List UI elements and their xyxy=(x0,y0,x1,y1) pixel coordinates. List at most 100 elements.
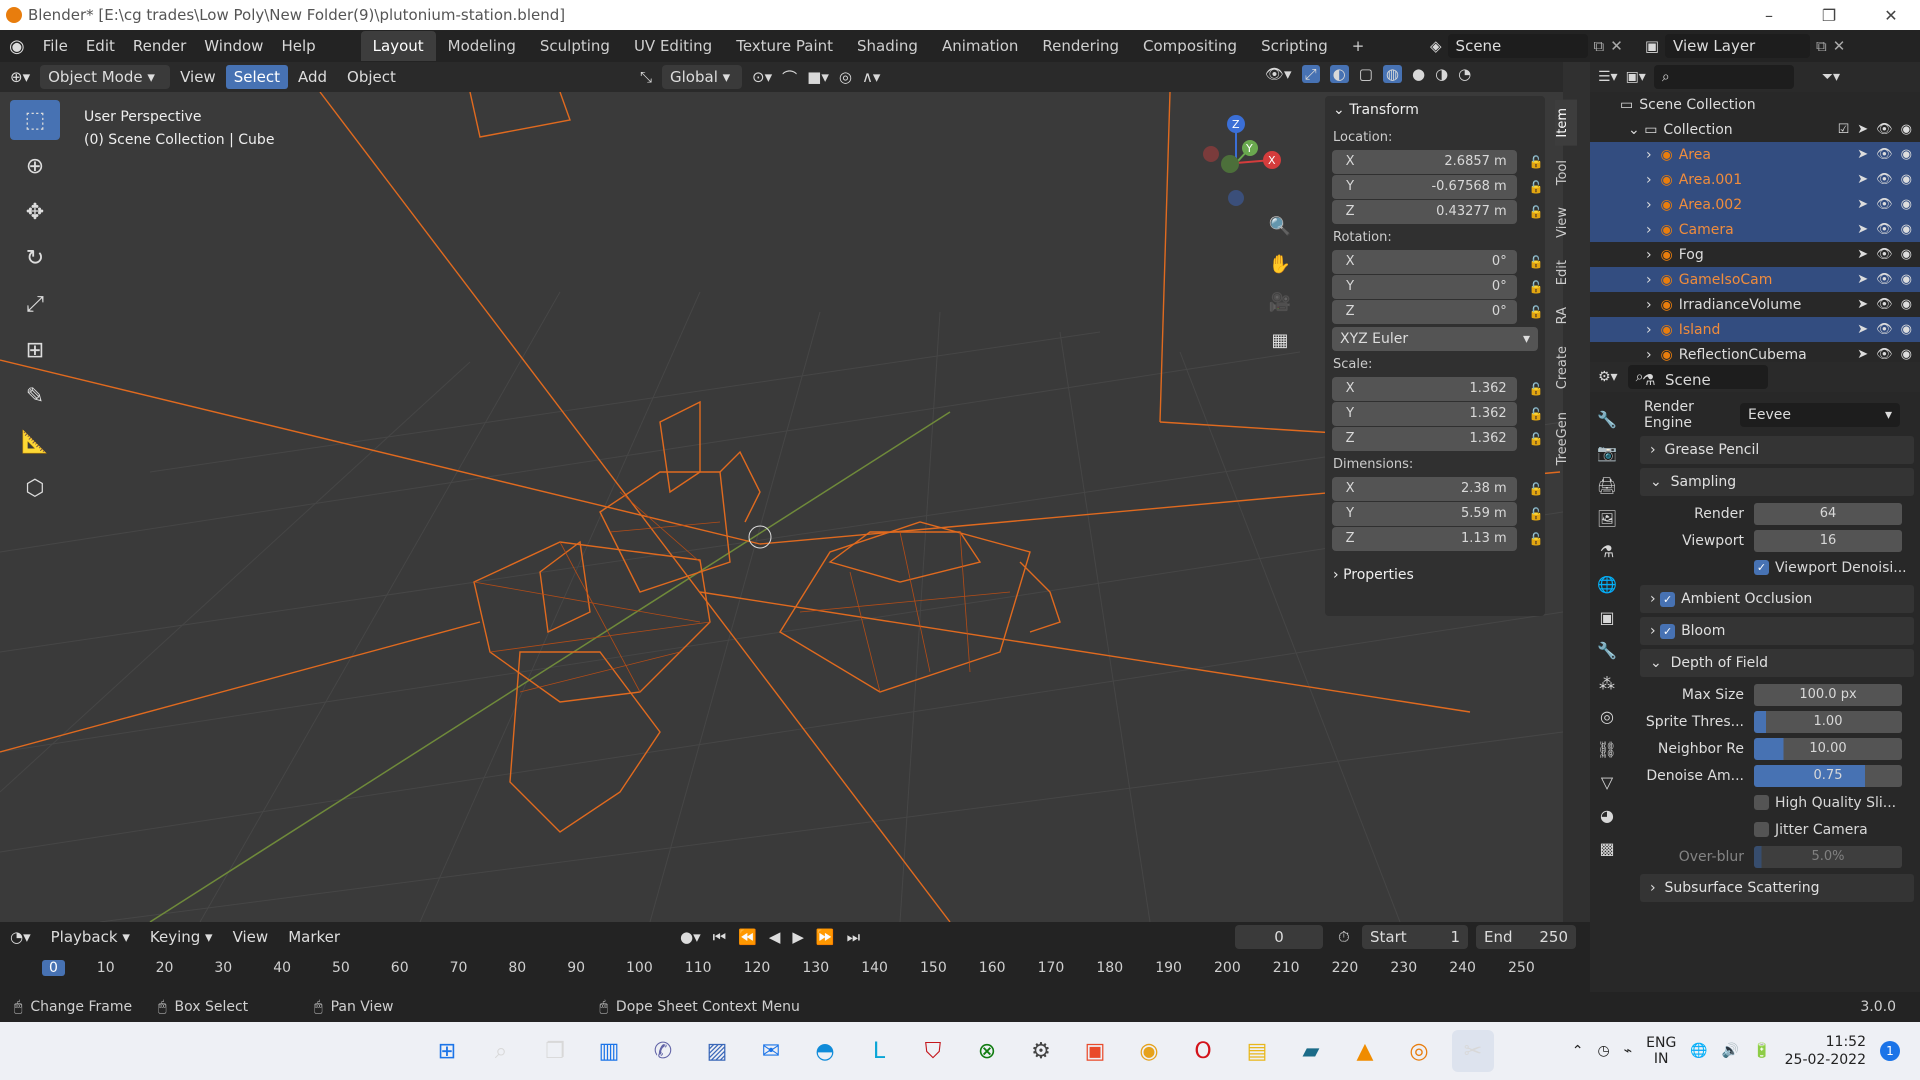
eye-icon[interactable]: 👁 xyxy=(1876,297,1893,312)
constraints-icon[interactable]: ⛓ xyxy=(1597,740,1617,759)
select-arrow-icon[interactable]: ➤ xyxy=(1857,322,1868,337)
render-engine-dropdown[interactable]: Eevee ▾ xyxy=(1740,403,1900,427)
expand-chevron-icon[interactable]: › xyxy=(1646,197,1652,213)
subsurface-scattering-panel[interactable]: › Subsurface Scattering xyxy=(1640,874,1914,902)
menu-select[interactable]: Select xyxy=(225,65,288,89)
output-icon[interactable]: 🖨 xyxy=(1597,476,1617,495)
settings-icon[interactable]: ⚙ xyxy=(1020,1030,1062,1072)
render-icon[interactable]: 📷 xyxy=(1597,443,1617,462)
xbox-icon[interactable]: ⊗ xyxy=(966,1030,1008,1072)
lock-icon[interactable]: 🔓 xyxy=(1529,280,1545,294)
marker-menu[interactable]: Marker xyxy=(278,928,350,946)
tab-create[interactable]: Create xyxy=(1555,338,1577,397)
lock-icon[interactable]: 🔓 xyxy=(1529,407,1545,421)
expand-chevron-icon[interactable]: › xyxy=(1646,222,1652,238)
annotate-tool-icon[interactable]: ✎ xyxy=(10,376,60,416)
max-size-field[interactable]: 100.0 px xyxy=(1754,683,1902,706)
file-explorer-icon[interactable]: ▤ xyxy=(1236,1030,1278,1072)
tab-sculpting[interactable]: Sculpting xyxy=(528,31,622,61)
falloff-icon[interactable]: ∧▾ xyxy=(862,68,881,86)
office-icon[interactable]: ▣ xyxy=(1074,1030,1116,1072)
search-icon[interactable]: ⌕ xyxy=(480,1030,522,1072)
edge-icon[interactable]: ◓ xyxy=(804,1030,846,1072)
scale-tool-icon[interactable]: ⤢ xyxy=(10,284,60,324)
dimensions-value-field[interactable]: 5.59 m xyxy=(1368,501,1517,526)
blender-menu-icon[interactable]: ◉ xyxy=(0,36,34,57)
outliner-item[interactable]: › ◉ Camera ➤ 👁 ◉ xyxy=(1590,217,1920,242)
menu-help[interactable]: Help xyxy=(272,37,324,55)
zoom-icon[interactable]: 🔍 xyxy=(1265,212,1295,240)
menu-window[interactable]: Window xyxy=(195,37,272,55)
tab-layout[interactable]: Layout xyxy=(360,31,436,61)
select-arrow-icon[interactable]: ➤ xyxy=(1857,147,1868,162)
camera-render-icon[interactable]: ◉ xyxy=(1901,172,1912,187)
render-samples-field[interactable]: 64 xyxy=(1754,502,1902,525)
play-reverse-icon[interactable]: ◀ xyxy=(769,928,781,946)
eye-icon[interactable]: 👁 xyxy=(1876,322,1893,337)
select-arrow-icon[interactable]: ➤ xyxy=(1857,222,1868,237)
denoise-amount-field[interactable]: 0.75 xyxy=(1754,764,1902,787)
tab-uv-editing[interactable]: UV Editing xyxy=(622,31,724,61)
physics-icon[interactable]: ◎ xyxy=(1600,707,1614,726)
task-view-icon[interactable]: ❐ xyxy=(534,1030,576,1072)
checkbox-icon[interactable]: ☑ xyxy=(1838,122,1850,137)
view-layer-icon[interactable]: 🖼 xyxy=(1597,509,1617,528)
transform-panel-header[interactable]: ⌄ Transform xyxy=(1325,96,1545,124)
tab-animation[interactable]: Animation xyxy=(930,31,1030,61)
tab-edit[interactable]: Edit xyxy=(1555,252,1577,293)
tab-tool[interactable]: Tool xyxy=(1555,152,1577,193)
network-off-icon[interactable]: ⌁ xyxy=(1624,1043,1632,1059)
snipping-tool-icon[interactable]: ✂ xyxy=(1452,1030,1494,1072)
tab-modeling[interactable]: Modeling xyxy=(436,31,528,61)
camera-render-icon[interactable]: ◉ xyxy=(1901,322,1912,337)
snap-icon[interactable]: ⌒ xyxy=(782,67,797,88)
chrome-icon[interactable]: ◉ xyxy=(1128,1030,1170,1072)
scene-remove-icon[interactable]: ✕ xyxy=(1610,37,1623,55)
eye-icon[interactable]: 👁 xyxy=(1876,347,1893,362)
outliner-item[interactable]: › ◉ Fog ➤ 👁 ◉ xyxy=(1590,242,1920,267)
move-tool-icon[interactable]: ✥ xyxy=(10,192,60,232)
outliner-search-input[interactable]: ⌕ xyxy=(1653,65,1794,89)
lock-icon[interactable]: 🔓 xyxy=(1529,482,1545,496)
camera-render-icon[interactable]: ◉ xyxy=(1901,122,1912,137)
view-layer-icon[interactable]: ▣ xyxy=(1645,37,1659,55)
outliner-item[interactable]: › ◉ Area.002 ➤ 👁 ◉ xyxy=(1590,192,1920,217)
scene-icon[interactable]: ⚗ xyxy=(1600,542,1614,561)
jump-start-icon[interactable]: ⏮ xyxy=(713,928,727,946)
rotate-tool-icon[interactable]: ↻ xyxy=(10,238,60,278)
expand-chevron-icon[interactable]: › xyxy=(1646,172,1652,188)
lock-icon[interactable]: 🔓 xyxy=(1529,180,1545,194)
expand-chevron-icon[interactable]: › xyxy=(1646,272,1652,288)
minimize-button[interactable]: – xyxy=(1740,0,1798,30)
chevron-up-icon[interactable]: ⌃ xyxy=(1572,1043,1584,1059)
add-cube-tool-icon[interactable]: ⬡ xyxy=(10,468,60,508)
outliner-item[interactable]: › ◉ GameIsoCam ➤ 👁 ◉ xyxy=(1590,267,1920,292)
l-app-icon[interactable]: L xyxy=(858,1030,900,1072)
frame-ruler[interactable]: 0 10 20 30 40 50 60 70 80 90 100 110 120 130 140 150 160… xyxy=(0,958,1590,980)
location-value-field[interactable]: 0.43277 m xyxy=(1368,199,1517,224)
eye-icon[interactable]: 👁 xyxy=(1876,122,1893,137)
lock-icon[interactable]: 🔓 xyxy=(1529,382,1545,396)
outliner-item[interactable]: › ◉ Area ➤ 👁 ◉ xyxy=(1590,142,1920,167)
outliner-item[interactable]: › ◉ IrradianceVolume ➤ 👁 ◉ xyxy=(1590,292,1920,317)
shading-solid-icon[interactable]: ● xyxy=(1412,65,1425,83)
lock-icon[interactable]: 🔓 xyxy=(1529,305,1545,319)
camera-view-icon[interactable]: 🎥 xyxy=(1265,288,1295,316)
maximize-button[interactable]: ❐ xyxy=(1800,0,1858,30)
viewport-samples-field[interactable]: 16 xyxy=(1754,529,1902,552)
mail-icon[interactable]: ✉ xyxy=(750,1030,792,1072)
expand-chevron-icon[interactable]: › xyxy=(1646,297,1652,313)
scale-value-field[interactable]: 1.362 xyxy=(1368,401,1517,426)
lock-icon[interactable]: 🔓 xyxy=(1529,432,1545,446)
terminal-icon[interactable]: ▰ xyxy=(1290,1030,1332,1072)
display-mode-icon[interactable]: ▣▾ xyxy=(1626,69,1646,85)
dimensions-value-field[interactable]: 1.13 m xyxy=(1368,526,1517,551)
modifier-icon[interactable]: 🔧 xyxy=(1597,641,1617,660)
menu-render[interactable]: Render xyxy=(124,37,195,55)
lock-icon[interactable]: 🔓 xyxy=(1529,532,1545,546)
sampling-panel[interactable]: ⌄ Sampling xyxy=(1640,468,1914,496)
vlc-icon[interactable]: ▲ xyxy=(1344,1030,1386,1072)
pivot-icon[interactable]: ⊙▾ xyxy=(752,68,772,86)
expand-chevron-icon[interactable]: › xyxy=(1646,347,1652,363)
rotation-mode-dropdown[interactable]: XYZ Euler ▾ xyxy=(1332,326,1538,351)
